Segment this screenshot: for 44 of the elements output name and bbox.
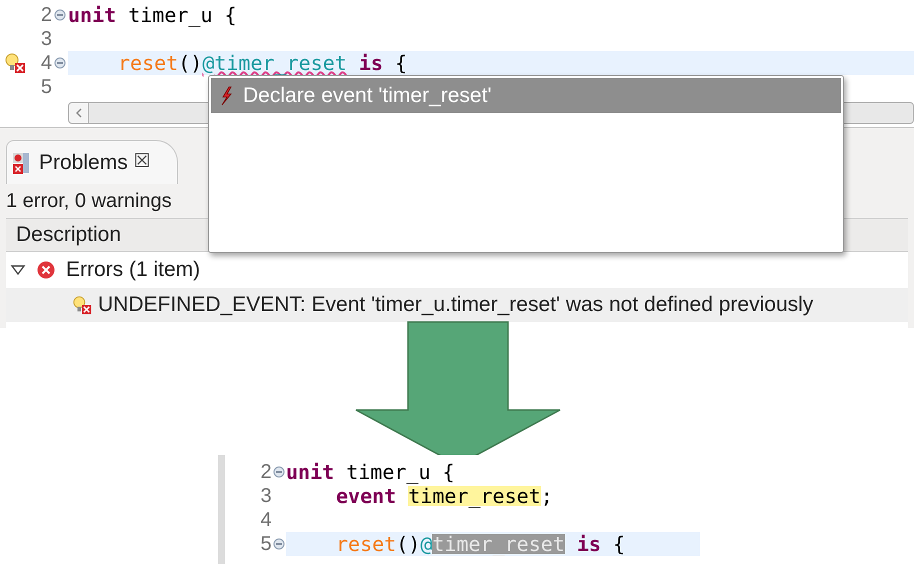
lightbulb-error-icon: [72, 295, 92, 315]
code-token: timer_reset: [408, 486, 541, 506]
code-token: ;: [540, 486, 553, 506]
fold-icon[interactable]: [272, 466, 285, 478]
code-token: reset: [118, 53, 178, 73]
problem-description: UNDEFINED_EVENT: Event 'timer_u.timer_reset' was not defined previously: [98, 292, 814, 318]
fold-icon[interactable]: [54, 9, 66, 21]
fold-icon[interactable]: [272, 538, 285, 550]
tab-label: Problems: [39, 150, 128, 176]
fold-icon[interactable]: [54, 57, 66, 69]
code-token: event: [336, 486, 398, 506]
problems-summary: 1 error, 0 warnings: [6, 189, 172, 214]
scroll-left-icon[interactable]: [74, 108, 82, 118]
line-number: 2: [40, 5, 52, 25]
code-token: @: [420, 534, 432, 554]
line-number: 4: [40, 53, 52, 73]
code-token: is: [576, 534, 601, 554]
code-token: unit: [68, 5, 116, 25]
lightning-icon: [219, 86, 233, 106]
code-token: timer_reset: [432, 534, 565, 554]
code-token: unit: [286, 462, 334, 482]
line-number: 4: [260, 510, 272, 530]
line-number: 5: [260, 534, 272, 554]
line-number: 5: [40, 77, 52, 97]
close-tab-button[interactable]: ☒: [134, 148, 151, 177]
problem-row[interactable]: UNDEFINED_EVENT: Event 'timer_u.timer_reset' was not defined previously: [6, 288, 908, 322]
code-token: {: [612, 534, 626, 554]
line-number: 2: [260, 462, 272, 482]
code-token: {: [394, 53, 408, 73]
lightbulb-error-icon: [4, 52, 26, 74]
line-number: 3: [40, 29, 52, 49]
code-token: timer_u {: [345, 462, 455, 482]
code-token: is: [358, 53, 383, 73]
tree-group-label[interactable]: Errors (1 item): [66, 254, 200, 286]
problems-tab[interactable]: Problems ☒: [6, 140, 178, 184]
code-token: @timer_reset: [202, 53, 347, 73]
code-token: timer_u {: [127, 5, 237, 25]
code-token: (): [396, 534, 420, 554]
code-token: (): [178, 53, 202, 73]
column-header[interactable]: Description: [16, 219, 122, 251]
code-token: reset: [336, 534, 396, 554]
error-icon: [36, 260, 56, 280]
line-number: 3: [260, 486, 272, 506]
expanded-arrow-icon[interactable]: [10, 264, 26, 276]
